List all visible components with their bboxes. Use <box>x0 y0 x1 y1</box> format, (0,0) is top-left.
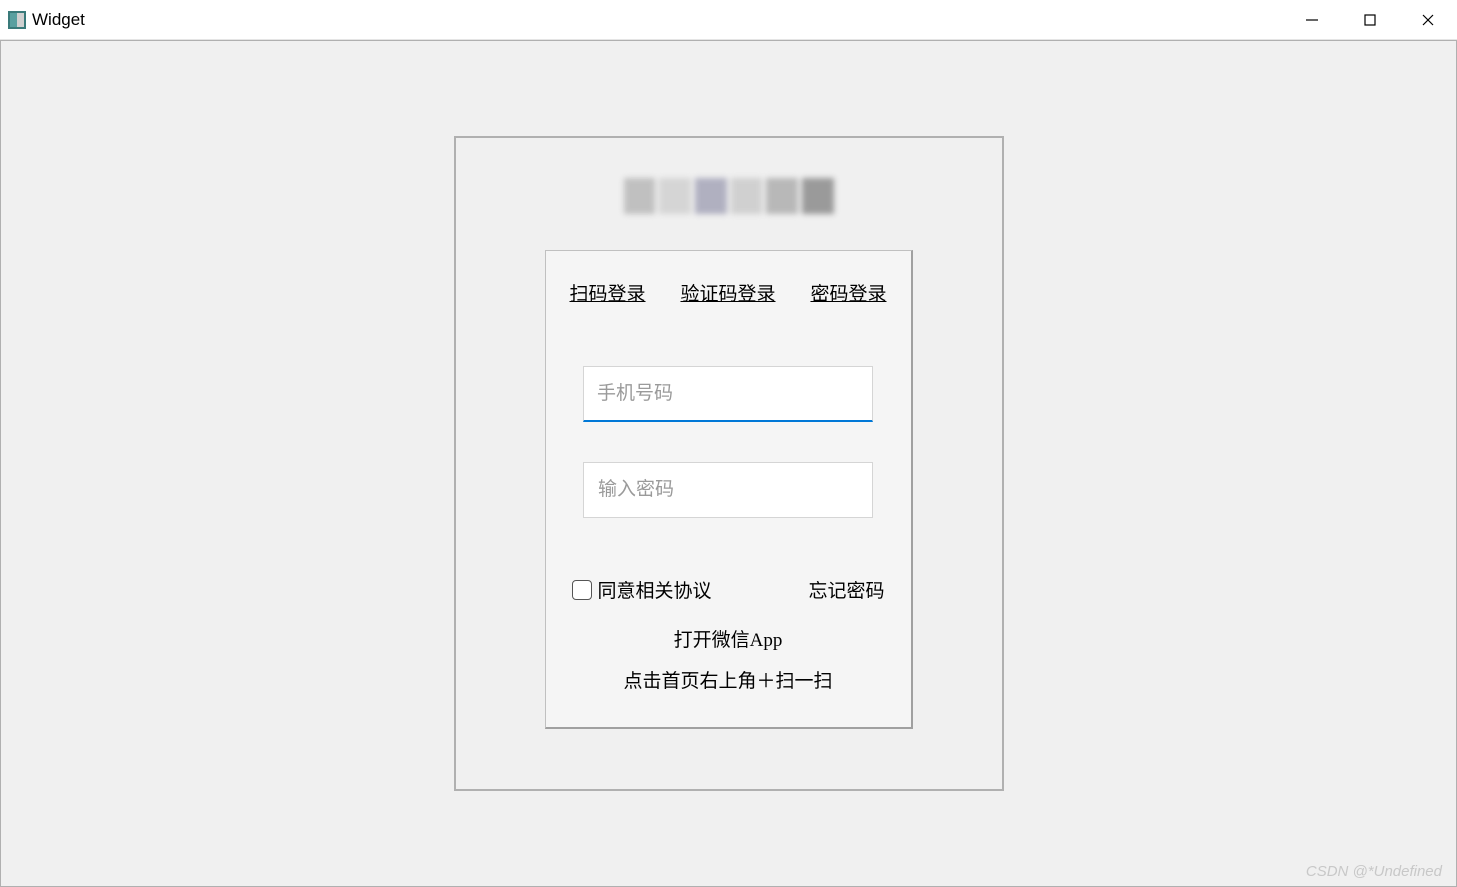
watermark: CSDN @*Undefined <box>1306 863 1442 880</box>
password-input[interactable] <box>583 462 873 518</box>
minimize-button[interactable] <box>1283 0 1341 39</box>
hint-line-2: 点击首页右上角＋扫一扫 <box>570 666 887 693</box>
agree-label: 同意相关协议 <box>598 576 712 603</box>
tab-qr-login[interactable]: 扫码登录 <box>570 279 646 306</box>
close-button[interactable] <box>1399 0 1457 39</box>
maximize-button[interactable] <box>1341 0 1399 39</box>
login-tabs: 扫码登录 验证码登录 密码登录 <box>570 279 887 306</box>
agree-checkbox-wrap[interactable]: 同意相关协议 <box>572 576 712 603</box>
agree-row: 同意相关协议 忘记密码 <box>570 576 887 603</box>
obscured-title <box>624 178 834 214</box>
window-title: Widget <box>32 10 85 30</box>
app-icon <box>8 11 26 29</box>
hint-line-1: 打开微信App <box>570 625 887 652</box>
close-icon <box>1421 13 1435 27</box>
login-panel: 扫码登录 验证码登录 密码登录 同意相关协议 忘记密码 打开微信App 点击首页… <box>545 250 913 729</box>
minimize-icon <box>1305 13 1319 27</box>
agree-checkbox[interactable] <box>572 580 592 600</box>
forgot-password-link[interactable]: 忘记密码 <box>808 576 884 603</box>
outer-panel: 扫码登录 验证码登录 密码登录 同意相关协议 忘记密码 打开微信App 点击首页… <box>454 136 1004 791</box>
main-area: 扫码登录 验证码登录 密码登录 同意相关协议 忘记密码 打开微信App 点击首页… <box>0 40 1457 887</box>
phone-input[interactable] <box>583 366 873 422</box>
tab-sms-login[interactable]: 验证码登录 <box>680 279 775 306</box>
titlebar-left: Widget <box>8 10 85 30</box>
tab-password-login[interactable]: 密码登录 <box>810 279 886 306</box>
titlebar: Widget <box>0 0 1457 40</box>
maximize-icon <box>1363 13 1377 27</box>
window-controls <box>1283 0 1457 39</box>
